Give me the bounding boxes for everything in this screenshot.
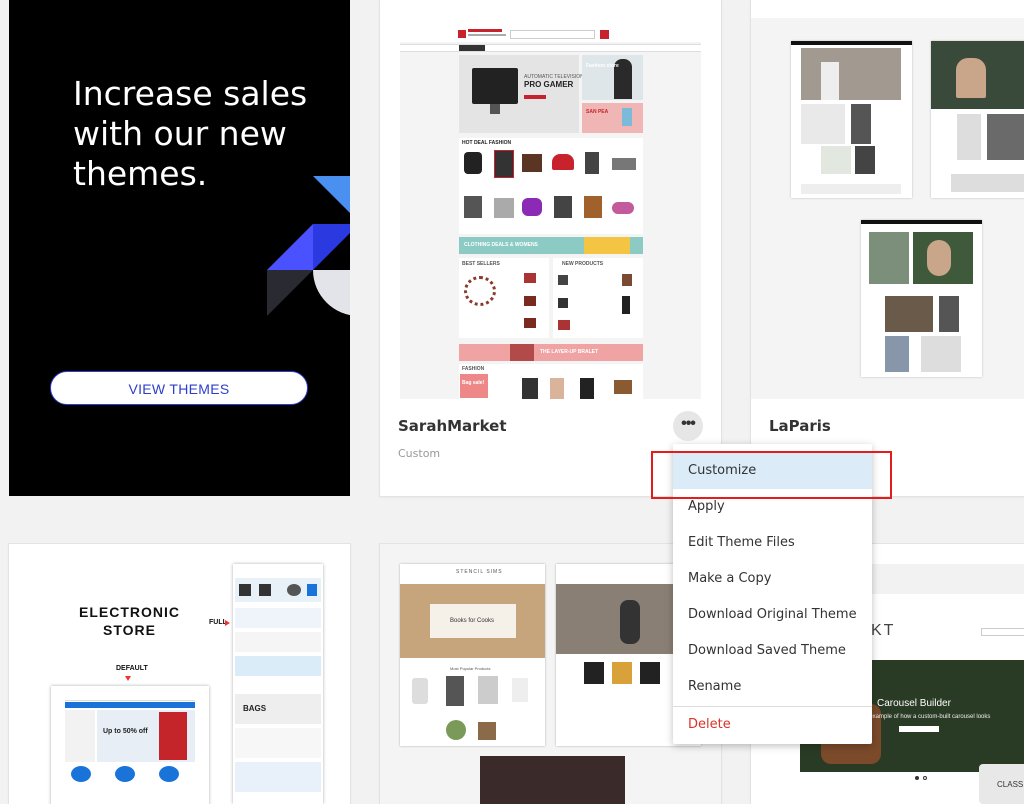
classic-label: CLASSIC [997,780,1024,789]
stencil-popular: Most Popular Products [450,666,491,671]
menu-item-customize[interactable]: Customize [673,453,872,489]
theme-name-sarahmarket: SarahMarket [398,417,507,435]
menu-item-make-a-copy[interactable]: Make a Copy [673,561,872,597]
best-sellers-heading: BEST SELLERS [462,261,500,267]
electronic-title-1: ELECTRONIC [79,604,180,620]
ellipsis-icon: ••• [681,415,696,432]
theme-preview-stencil[interactable]: STENCIL SIMS Books for Cooks Most Popula… [380,544,721,804]
theme-card-laparis[interactable]: LaParis [751,0,1024,496]
new-products-heading: NEW PRODUCTS [562,261,604,267]
default-label: DEFAULT [116,665,148,672]
electronic-title-2: STORE [103,622,156,638]
more-options-button[interactable]: ••• [673,411,703,441]
menu-item-download-saved[interactable]: Download Saved Theme [673,633,872,669]
theme-actions-menu: Customize Apply Edit Theme Files Make a … [673,444,872,744]
carousel-title: Carousel Builder [877,698,951,709]
menu-item-download-original[interactable]: Download Original Theme [673,597,872,633]
stencil-banner-text: Books for Cooks [450,618,495,624]
menu-item-apply[interactable]: Apply [673,489,872,525]
carousel-subtitle: an example of how a custom-built carouse… [861,714,991,720]
fashion-row-heading: FASHION [462,366,485,372]
hero-title: PRO GAMER [524,80,574,89]
promo-card: Increase sales with our new themes. VIEW… [9,0,350,496]
theme-preview-sarahmarket[interactable]: AUTOMATIC TELEVISION PRO GAMER Fashion s… [400,18,701,399]
theme-preview-laparis[interactable] [751,18,1024,399]
carousel-header-letters: KT [871,622,896,639]
stencil-brand: STENCIL SIMS [456,569,503,575]
menu-item-edit-theme-files[interactable]: Edit Theme Files [673,525,872,561]
hot-deal-heading: HOT DEAL FASHION [462,140,512,146]
menu-item-rename[interactable]: Rename [673,669,872,705]
theme-card-stencil[interactable]: STENCIL SIMS Books for Cooks Most Popula… [380,544,721,804]
promo-graphic [267,176,350,316]
sale-banner-text: SAN PEA [586,109,609,115]
bags-label: BAGS [243,704,267,713]
fashion-banner-text: Fashion store [586,63,619,69]
default-sale-text: Up to 50% off [103,728,148,735]
theme-status-sarahmarket: Custom [398,447,441,460]
bag-sale-text: Bag sale! [462,380,485,386]
theme-card-electronic-store[interactable]: ELECTRONIC STORE FULL DEFAULT Up to 50% … [9,544,350,804]
theme-preview-electronic[interactable]: ELECTRONIC STORE FULL DEFAULT Up to 50% … [9,544,350,804]
promo-strip-text: CLOTHING DEALS & WOMENS [464,242,538,248]
theme-name-laparis: LaParis [769,417,831,435]
view-themes-button[interactable]: VIEW THEMES [50,371,308,405]
layer-strip-text: THE LAYER-UP BRALET [540,349,599,355]
menu-item-delete[interactable]: Delete [673,706,872,742]
theme-card-sarahmarket[interactable]: AUTOMATIC TELEVISION PRO GAMER Fashion s… [380,0,721,496]
